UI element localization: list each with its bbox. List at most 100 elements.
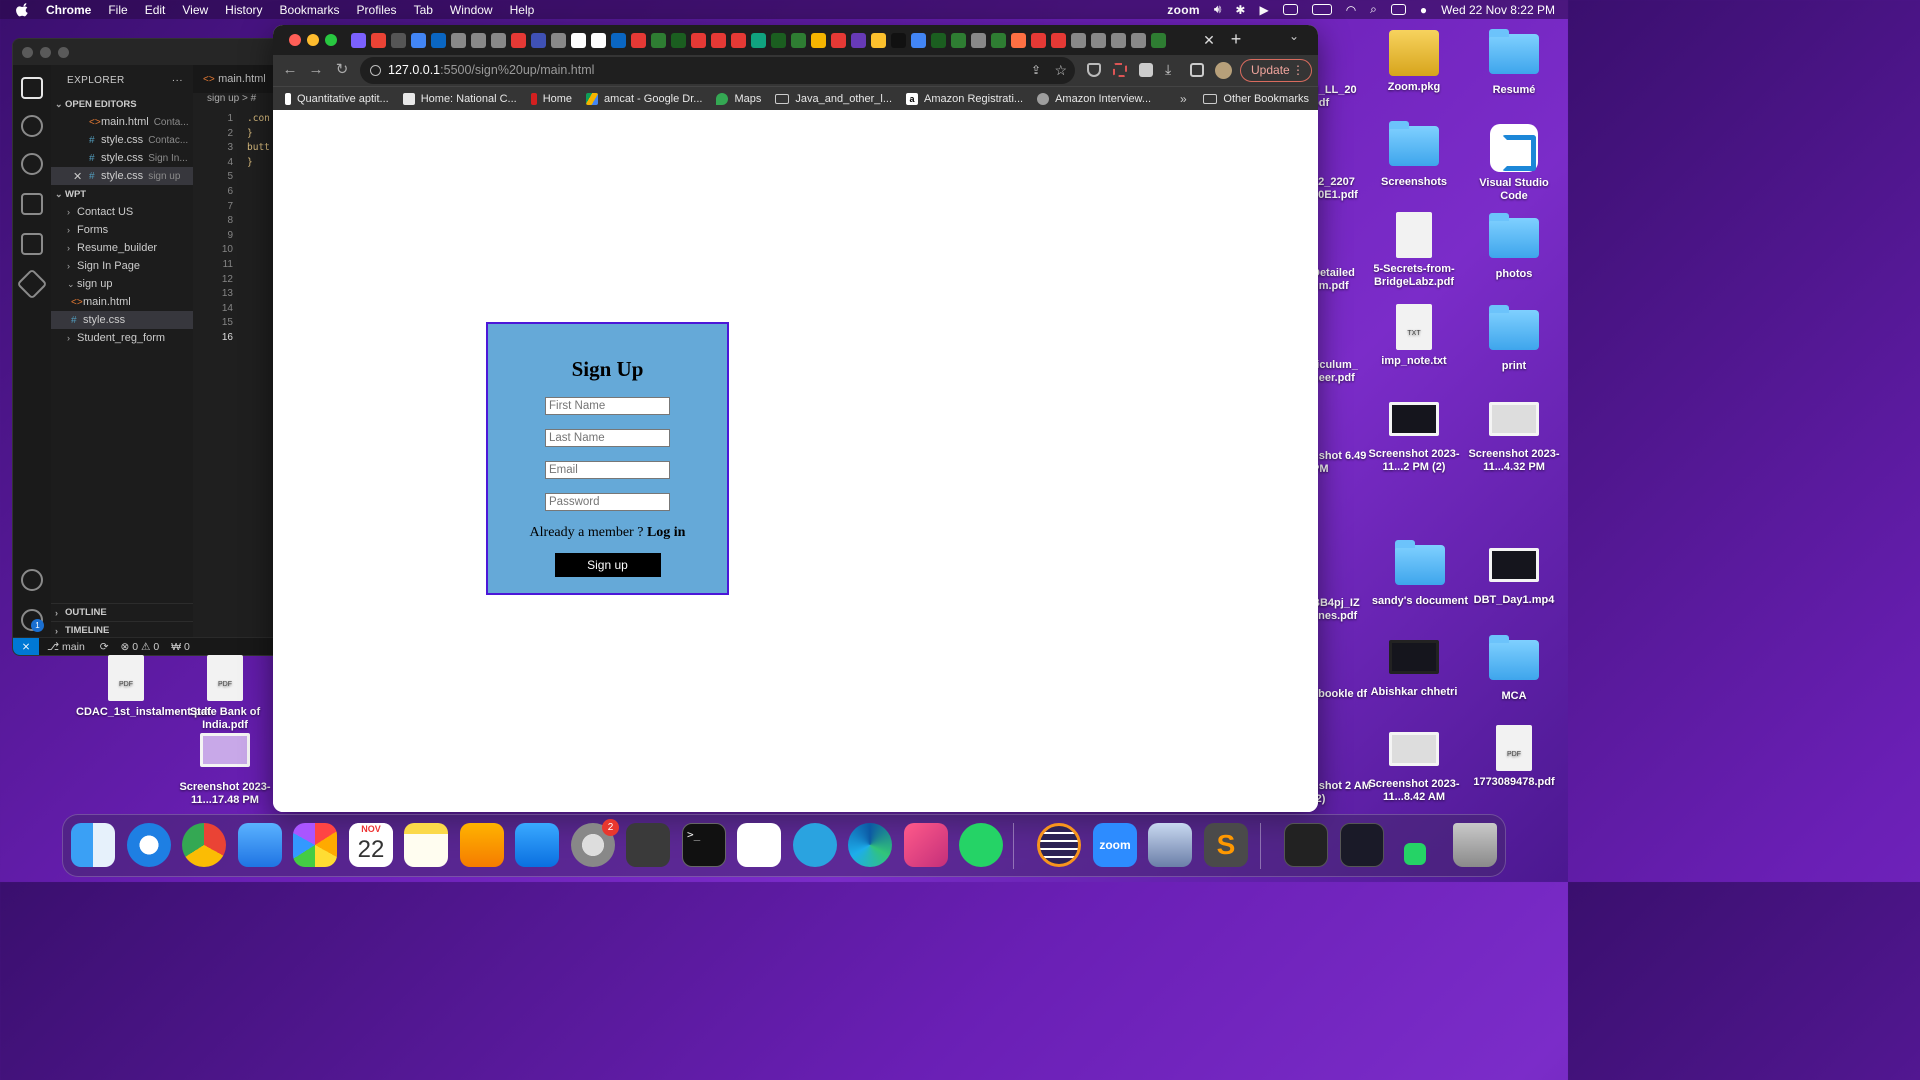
desktop-file-icon[interactable]: Zoom.pkg [1364, 30, 1464, 94]
profile-avatar[interactable] [1215, 62, 1232, 79]
tab-favicon-icon[interactable] [491, 33, 506, 48]
bookmark-item[interactable]: amcat - Google Dr... [586, 92, 702, 105]
desktop-file-icon[interactable]: 72_2207 30E1.pdf [1312, 176, 1372, 202]
side-panel-icon[interactable] [1190, 63, 1204, 77]
minimized-window-thumbnail[interactable] [1340, 823, 1384, 867]
menu-clock[interactable]: Wed 22 Nov 8:22 PM [1441, 3, 1555, 17]
now-playing-icon[interactable]: ▶︎ [1259, 3, 1268, 17]
menu-file[interactable]: File [108, 3, 127, 17]
remote-explorer-icon[interactable] [16, 268, 48, 300]
tab-favicon-icon[interactable] [451, 33, 466, 48]
source-control-icon[interactable] [21, 153, 43, 175]
bookmark-item[interactable]: a Amazon Registrati... [906, 92, 1023, 105]
tab-favicon-icon[interactable] [591, 33, 606, 48]
folder-item[interactable]: › Forms [51, 221, 193, 239]
close-window-icon[interactable] [289, 34, 301, 46]
whatsapp-minimized-icon[interactable] [1404, 843, 1426, 865]
tab-favicon-icon[interactable] [431, 33, 446, 48]
preview-icon[interactable] [1148, 823, 1192, 867]
tab-favicon-icon[interactable] [511, 33, 526, 48]
tab-favicon-icon[interactable] [611, 33, 626, 48]
battery-icon[interactable] [1311, 4, 1332, 15]
tab-favicon-icon[interactable] [411, 33, 426, 48]
tab-favicon-icon[interactable] [651, 33, 666, 48]
menu-help[interactable]: Help [510, 3, 535, 17]
safari-icon[interactable] [127, 823, 171, 867]
open-editor-item-active[interactable]: ✕ # style.css sign up [51, 167, 193, 185]
desktop-file-icon[interactable]: Detailed um.pdf [1312, 267, 1372, 293]
accounts-icon[interactable] [21, 569, 43, 591]
folder-item[interactable]: › Resume_builder [51, 239, 193, 257]
tab-favicon-icon[interactable] [1011, 33, 1026, 48]
menu-view[interactable]: View [182, 3, 208, 17]
ports-indicator[interactable]: ₩ 0 [171, 641, 190, 653]
share-icon[interactable]: ⇪ [1031, 57, 1041, 84]
zoom-icon[interactable]: zoom [1093, 823, 1137, 867]
chrome-icon[interactable] [182, 823, 226, 867]
desktop-file-icon[interactable]: _bookle df [1312, 688, 1372, 701]
tab-favicon-icon[interactable] [931, 33, 946, 48]
bookmark-item[interactable]: Quantitative aptit... [285, 92, 389, 105]
bookmark-item[interactable]: Home: National C... [402, 92, 517, 105]
desktop-app-icon[interactable]: Visual Studio Code [1464, 124, 1564, 203]
extension-icon[interactable] [1113, 63, 1127, 77]
site-info-icon[interactable] [370, 65, 381, 76]
close-tab-icon[interactable]: ✕ [1198, 29, 1220, 51]
minimized-window-thumbnail[interactable] [1284, 823, 1328, 867]
signup-submit-button[interactable]: Sign up [554, 553, 661, 577]
trash-icon[interactable] [1453, 823, 1497, 867]
menu-tab[interactable]: Tab [414, 3, 433, 17]
more-bookmarks-chevron[interactable]: » [1180, 92, 1187, 106]
app-store-icon[interactable] [515, 823, 559, 867]
bookmark-folder[interactable]: Java_and_other_l... [775, 93, 892, 105]
zoom-window-icon[interactable] [325, 34, 337, 46]
bookmark-item[interactable]: Home [530, 92, 572, 105]
reload-button[interactable]: ↻ [331, 59, 353, 81]
telegram-icon[interactable] [793, 823, 837, 867]
affinity-icon[interactable] [904, 823, 948, 867]
desktop-folder-icon[interactable]: MCA [1464, 635, 1564, 703]
tab-favicon-icon[interactable] [1071, 33, 1086, 48]
open-editor-item[interactable]: <> main.html Conta... [51, 113, 193, 131]
code-lines[interactable]: .con } butt } [247, 112, 270, 170]
desktop-folder-icon[interactable]: sandy's document [1370, 540, 1470, 608]
minimize-window-icon[interactable] [307, 34, 319, 46]
desktop-folder-icon[interactable]: Screenshots [1364, 121, 1464, 189]
tab-favicon-icon[interactable] [851, 33, 866, 48]
system-settings-icon[interactable]: 2 [571, 819, 619, 867]
back-button[interactable]: ← [279, 59, 301, 81]
desktop-file-icon[interactable]: d_LL_20 odf [1312, 84, 1372, 110]
file-item-selected[interactable]: # style.css [51, 311, 193, 329]
address-bar[interactable]: 127.0.0.1:5500/sign%20up/main.html ⇪ ☆ [360, 57, 1075, 84]
tab-favicon-icon[interactable] [351, 33, 366, 48]
last-name-input[interactable] [545, 429, 670, 447]
problems-indicator[interactable]: ⊗ 0 ⚠ 0 [121, 641, 160, 653]
tab-favicon-icon[interactable] [731, 33, 746, 48]
file-item[interactable]: <> main.html [51, 293, 193, 311]
search-icon[interactable] [21, 115, 43, 137]
desktop-file-icon[interactable]: Screenshot 2023-11...2 PM (2) [1364, 402, 1464, 474]
apple-menu-icon[interactable] [16, 2, 30, 17]
close-editor-icon[interactable]: ✕ [73, 170, 89, 183]
folder-item-expanded[interactable]: ⌄ sign up [51, 275, 193, 293]
open-editors-section[interactable]: ⌄ OPEN EDITORS [51, 95, 193, 113]
mail-icon[interactable] [238, 823, 282, 867]
menu-profiles[interactable]: Profiles [357, 3, 397, 17]
forward-button[interactable]: → [305, 59, 327, 81]
tab-favicon-icon[interactable] [1051, 33, 1066, 48]
bookmark-item[interactable]: Amazon Interview... [1037, 92, 1151, 105]
tab-favicon-icon[interactable] [951, 33, 966, 48]
notes-icon[interactable] [404, 823, 448, 867]
eclipse-icon[interactable] [1037, 823, 1081, 867]
tab-favicon-icon[interactable] [551, 33, 566, 48]
tab-favicon-icon[interactable] [631, 33, 646, 48]
tab-favicon-icon[interactable] [791, 33, 806, 48]
explorer-more-actions[interactable]: ··· [172, 75, 183, 86]
wifi-icon[interactable]: ◠ [1346, 3, 1356, 17]
branch-indicator[interactable]: ⎇ main ⟳ [47, 641, 109, 653]
tab-favicon-icon[interactable] [671, 33, 686, 48]
extensions-puzzle-icon[interactable] [1139, 63, 1153, 77]
password-input[interactable] [545, 493, 670, 511]
new-tab-button[interactable]: + [1225, 28, 1247, 50]
pages-icon[interactable] [460, 823, 504, 867]
